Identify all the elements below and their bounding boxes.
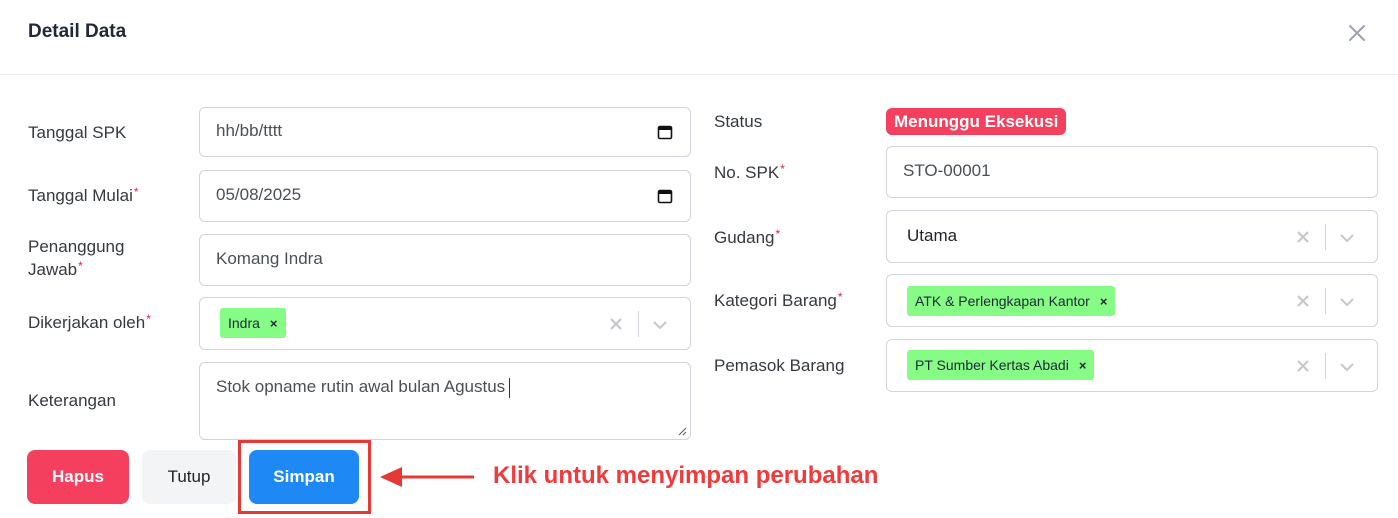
chevron-down-icon[interactable] [1339, 233, 1355, 243]
resize-handle-icon[interactable] [677, 426, 687, 436]
select-separator [1325, 224, 1326, 250]
annotation-text: Klik untuk menyimpan perubahan [493, 462, 879, 489]
hapus-button[interactable]: Hapus [27, 450, 129, 504]
selected-tag: ATK & Perlengkapan Kantor × [907, 286, 1116, 317]
calendar-icon[interactable] [657, 188, 673, 204]
pemasok-barang-label: Pemasok Barang [714, 356, 845, 375]
calendar-icon[interactable] [657, 124, 673, 140]
dikerjakan-oleh-label: Dikerjakan oleh* [28, 312, 151, 332]
tanggal-mulai-input[interactable]: 05/08/2025 [199, 170, 691, 222]
penanggung-jawab-label: Penanggung Jawab* [28, 237, 125, 279]
status-badge: Menunggu Eksekusi [886, 108, 1067, 135]
gudang-value: Utama [907, 226, 958, 245]
chevron-down-icon[interactable] [1339, 362, 1355, 372]
tanggal-spk-value: hh/bb/tttt [216, 121, 283, 140]
tanggal-mulai-label: Tanggal Mulai* [28, 185, 139, 205]
clear-icon[interactable] [609, 317, 623, 331]
tag-remove-icon[interactable]: × [270, 309, 278, 339]
chevron-down-icon[interactable] [1339, 297, 1355, 307]
keterangan-textarea[interactable]: Stok opname rutin awal bulan Agustus [199, 362, 691, 440]
text-caret [509, 377, 511, 398]
simpan-button[interactable]: Simpan [249, 450, 359, 504]
arrow-left-icon [380, 467, 474, 487]
modal-header: Detail Data [0, 0, 1398, 75]
status-label: Status [714, 112, 763, 131]
tag-remove-icon[interactable]: × [1079, 351, 1087, 381]
chevron-down-icon[interactable] [652, 320, 668, 330]
select-separator [1325, 353, 1326, 379]
penanggung-jawab-input[interactable]: Komang Indra [199, 234, 691, 286]
close-icon[interactable] [1345, 21, 1369, 45]
selected-tag: Indra × [220, 308, 286, 338]
tanggal-mulai-value: 05/08/2025 [216, 185, 302, 204]
no-spk-label: No. SPK* [714, 162, 785, 182]
clear-icon[interactable] [1296, 359, 1310, 373]
tanggal-spk-label: Tanggal SPK [28, 123, 127, 142]
tutup-button[interactable]: Tutup [142, 450, 236, 504]
select-separator [638, 311, 639, 337]
no-spk-input[interactable]: STO-00001 [886, 146, 1378, 198]
selected-tag: PT Sumber Kertas Abadi × [907, 350, 1095, 381]
no-spk-value: STO-00001 [903, 161, 991, 180]
penanggung-jawab-value: Komang Indra [216, 249, 323, 268]
keterangan-label: Keterangan [28, 391, 116, 410]
gudang-label: Gudang* [714, 227, 781, 247]
kategori-barang-label: Kategori Barang* [714, 290, 843, 310]
tanggal-spk-input[interactable]: hh/bb/tttt [199, 107, 691, 157]
clear-icon[interactable] [1296, 294, 1310, 308]
tag-remove-icon[interactable]: × [1100, 287, 1108, 317]
keterangan-value: Stok opname rutin awal bulan Agustus [216, 377, 506, 396]
dikerjakan-oleh-select[interactable]: Indra × [199, 297, 691, 350]
gudang-select[interactable]: Utama [886, 210, 1378, 263]
select-separator [1325, 288, 1326, 314]
kategori-barang-select[interactable]: ATK & Perlengkapan Kantor × [886, 274, 1378, 327]
clear-icon[interactable] [1296, 230, 1310, 244]
modal-title: Detail Data [28, 21, 127, 42]
pemasok-barang-select[interactable]: PT Sumber Kertas Abadi × [886, 339, 1378, 392]
